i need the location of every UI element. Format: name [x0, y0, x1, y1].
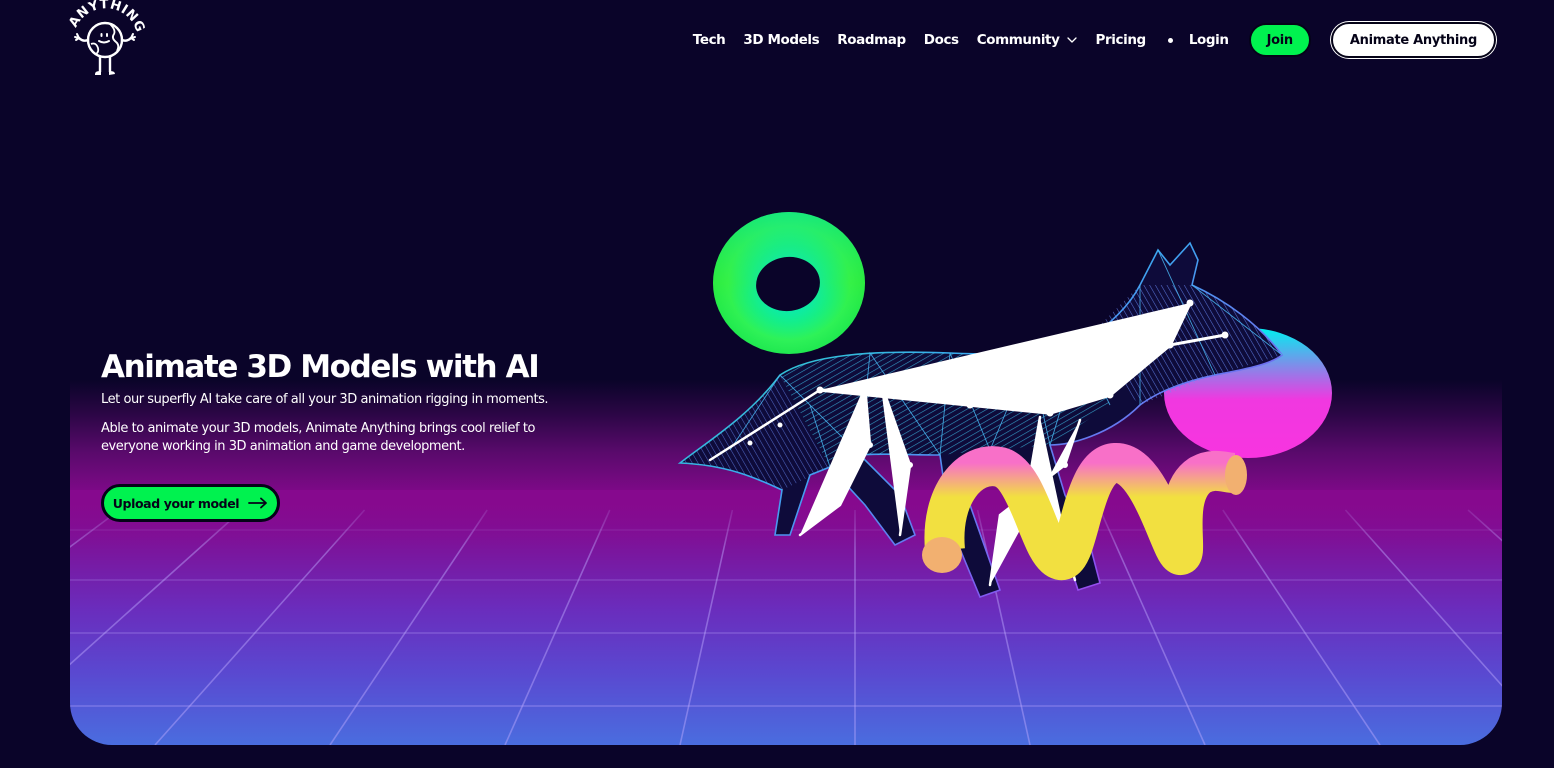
arrow-right-icon: [248, 497, 268, 509]
svg-text:ANYTHING: ANYTHING: [66, 0, 146, 35]
nav-link-label: 3D Models: [743, 32, 820, 48]
login-link[interactable]: Login: [1189, 32, 1229, 48]
nav-link-3d-models[interactable]: 3D Models: [743, 32, 819, 48]
logo[interactable]: ANYTHING: [64, 0, 147, 82]
hero-body: Able to animate your 3D models, Animate …: [101, 421, 535, 454]
nav-link-label: Pricing: [1095, 32, 1147, 48]
hero-text: Animate 3D Models with AI Let our superf…: [101, 346, 581, 455]
nav-link-docs[interactable]: Docs: [924, 32, 959, 48]
hero-subtitle: Let our superfly AI take care of all you…: [101, 392, 549, 407]
join-button[interactable]: Join: [1248, 23, 1311, 57]
main-nav: Tech 3D Models Roadmap Docs Community Pr…: [693, 22, 1496, 58]
nav-link-label: Roadmap: [837, 32, 906, 48]
green-torus: [713, 212, 865, 354]
join-label: Join: [1266, 32, 1294, 48]
nav-link-pricing[interactable]: Pricing: [1095, 32, 1147, 48]
login-label: Login: [1188, 32, 1229, 48]
nav-link-tech[interactable]: Tech: [693, 32, 726, 48]
logo-text: ANYTHING: [66, 0, 147, 35]
nav-link-label: Community: [976, 32, 1060, 48]
smiling-globe-mascot-icon: ANYTHING: [66, 0, 147, 75]
animate-anything-label: Animate Anything: [1349, 32, 1477, 48]
site-header: ANYTHING Tech 3D Models Roadmap Docs Com…: [0, 0, 1554, 80]
nav-link-community-dropdown[interactable]: Community: [977, 32, 1078, 48]
chevron-down-icon: [1066, 37, 1077, 43]
nav-link-label: Tech: [692, 32, 726, 48]
hero-title: Animate 3D Models with AI: [101, 349, 540, 385]
nav-link-label: Docs: [923, 32, 959, 48]
nav-link-roadmap[interactable]: Roadmap: [837, 32, 906, 48]
hero-3d-artwork: [677, 212, 1332, 599]
upload-model-button[interactable]: Upload your model: [101, 484, 280, 522]
upload-model-label: Upload your model: [112, 495, 240, 511]
animate-anything-button[interactable]: Animate Anything: [1330, 22, 1496, 58]
dot-icon: [1167, 37, 1173, 43]
